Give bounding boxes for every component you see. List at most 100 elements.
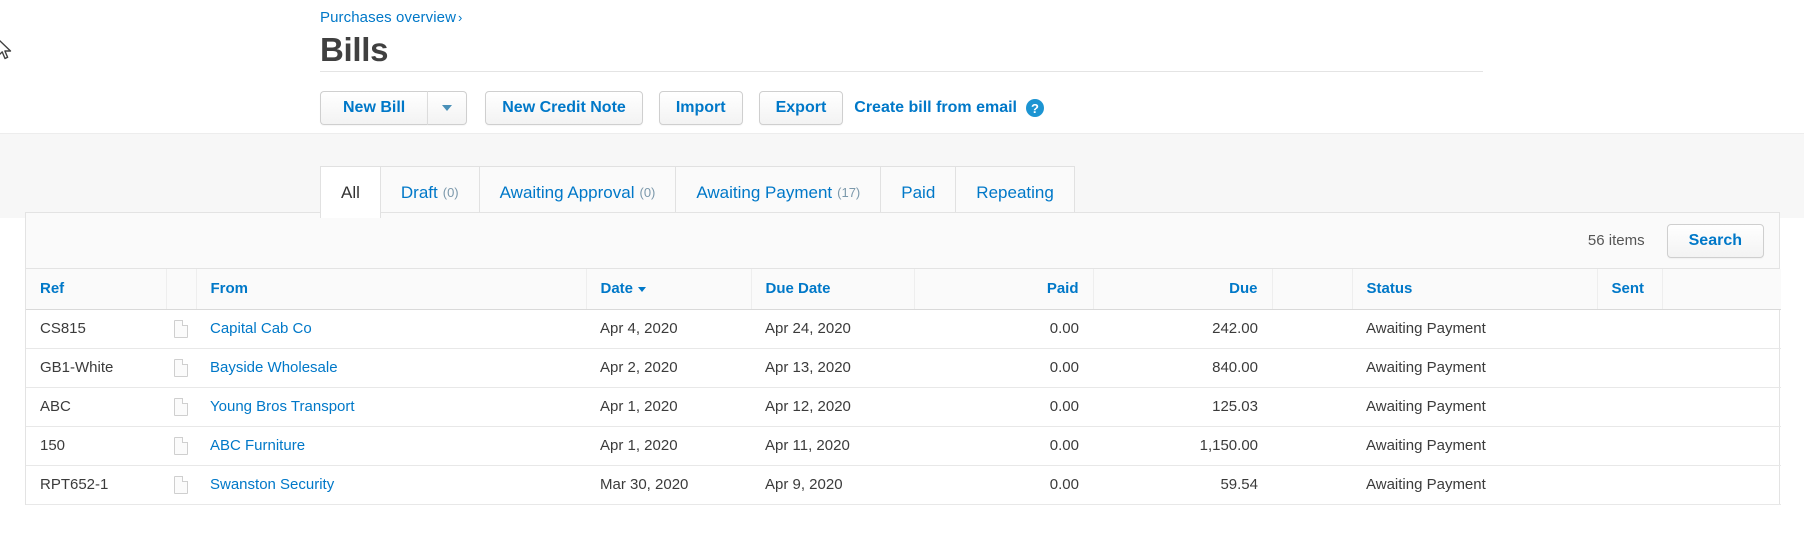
cell-from[interactable]: ABC Furniture bbox=[196, 426, 586, 466]
column-header-paid[interactable]: Paid bbox=[914, 269, 1094, 310]
column-header-date[interactable]: Date bbox=[586, 269, 752, 310]
cell-status: Awaiting Payment bbox=[1352, 426, 1597, 466]
tab-paid[interactable]: Paid bbox=[881, 166, 957, 218]
supplier-link[interactable]: Swanston Security bbox=[210, 476, 334, 493]
document-icon[interactable] bbox=[174, 397, 188, 416]
bills-page: Purchases overview › Bills New Bill New C… bbox=[0, 0, 1804, 551]
column-header-due[interactable]: Due bbox=[1093, 269, 1273, 310]
new-bill-button[interactable]: New Bill bbox=[320, 91, 428, 125]
supplier-link[interactable]: Bayside Wholesale bbox=[210, 359, 338, 376]
cell-sent bbox=[1597, 426, 1662, 466]
tab-draft-label: Draft bbox=[400, 182, 438, 202]
cell-spacer bbox=[1272, 426, 1352, 466]
table-row[interactable]: GB1-White Bayside Wholesale Apr 2, 2020 … bbox=[26, 348, 1781, 388]
tabs-strip: All Draft (0) Awaiting Approval (0) Awai… bbox=[0, 133, 1804, 218]
cell-due-date: Apr 12, 2020 bbox=[751, 387, 914, 427]
document-icon[interactable] bbox=[174, 436, 188, 455]
action-toolbar: New Bill New Credit Note Import Export C… bbox=[320, 91, 1044, 125]
bills-table: Ref From Date Due Date Paid Due Status S… bbox=[26, 269, 1781, 505]
column-header-icon bbox=[166, 269, 197, 310]
tab-awaiting-payment[interactable]: Awaiting Payment (17) bbox=[676, 166, 882, 218]
supplier-link[interactable]: Young Bros Transport bbox=[210, 398, 355, 415]
cell-spacer bbox=[1272, 387, 1352, 427]
cell-from[interactable]: Bayside Wholesale bbox=[196, 348, 586, 388]
cell-from[interactable]: Capital Cab Co bbox=[196, 309, 586, 349]
create-bill-from-email-label: Create bill from email bbox=[854, 99, 1017, 116]
supplier-link[interactable]: ABC Furniture bbox=[210, 437, 305, 454]
page-header-inner: Purchases overview › Bills bbox=[320, 0, 1480, 70]
cell-sent bbox=[1597, 465, 1662, 505]
column-header-spacer bbox=[1272, 269, 1353, 310]
new-credit-note-button[interactable]: New Credit Note bbox=[485, 91, 643, 125]
cell-icon[interactable] bbox=[166, 426, 196, 466]
cell-icon[interactable] bbox=[166, 309, 196, 349]
items-count: 56 items bbox=[1587, 232, 1645, 249]
document-icon[interactable] bbox=[174, 319, 188, 338]
table-row[interactable]: CS815 Capital Cab Co Apr 4, 2020 Apr 24,… bbox=[26, 309, 1781, 349]
cell-from[interactable]: Young Bros Transport bbox=[196, 387, 586, 427]
cell-icon[interactable] bbox=[166, 348, 196, 388]
breadcrumb-separator-icon: › bbox=[458, 10, 463, 25]
cell-due: 125.03 bbox=[1093, 387, 1272, 427]
search-button[interactable]: Search bbox=[1666, 223, 1764, 258]
cell-ref: 150 bbox=[26, 426, 166, 466]
cell-icon[interactable] bbox=[166, 387, 196, 427]
help-icon[interactable]: ? bbox=[1025, 99, 1044, 117]
cell-due: 840.00 bbox=[1093, 348, 1272, 388]
cell-ref: RPT652-1 bbox=[26, 465, 166, 505]
cell-paid: 0.00 bbox=[914, 309, 1093, 349]
breadcrumb[interactable]: Purchases overview › bbox=[320, 0, 1480, 27]
cell-paid: 0.00 bbox=[914, 348, 1093, 388]
column-header-end bbox=[1662, 269, 1781, 310]
cell-due: 242.00 bbox=[1093, 309, 1272, 349]
cell-end bbox=[1662, 426, 1781, 466]
create-bill-from-email-link[interactable]: Create bill from email ? bbox=[854, 99, 1044, 117]
cell-ref: ABC bbox=[26, 387, 166, 427]
export-button[interactable]: Export bbox=[758, 91, 844, 125]
cell-end bbox=[1662, 309, 1781, 349]
tab-repeating[interactable]: Repeating bbox=[956, 166, 1075, 218]
cell-due: 1,150.00 bbox=[1093, 426, 1272, 466]
cell-date: Apr 1, 2020 bbox=[586, 387, 751, 427]
tab-awaiting-payment-count: (17) bbox=[837, 185, 861, 200]
import-button[interactable]: Import bbox=[658, 91, 743, 125]
tab-awaiting-approval[interactable]: Awaiting Approval (0) bbox=[479, 166, 677, 218]
cell-due-date: Apr 24, 2020 bbox=[751, 309, 914, 349]
table-row[interactable]: RPT652-1 Swanston Security Mar 30, 2020 … bbox=[26, 465, 1781, 505]
supplier-link[interactable]: Capital Cab Co bbox=[210, 320, 312, 337]
tab-all[interactable]: All bbox=[320, 166, 381, 218]
cell-icon[interactable] bbox=[166, 465, 196, 505]
cell-spacer bbox=[1272, 309, 1352, 349]
cell-spacer bbox=[1272, 348, 1352, 388]
table-row[interactable]: ABC Young Bros Transport Apr 1, 2020 Apr… bbox=[26, 387, 1781, 427]
cell-date: Apr 4, 2020 bbox=[586, 309, 751, 349]
document-icon[interactable] bbox=[174, 358, 188, 377]
sort-descending-icon bbox=[638, 286, 647, 292]
tab-draft[interactable]: Draft (0) bbox=[380, 166, 480, 218]
cell-ref: GB1-White bbox=[26, 348, 166, 388]
column-header-due-date[interactable]: Due Date bbox=[751, 269, 915, 310]
tab-awaiting-payment-label: Awaiting Payment bbox=[696, 182, 833, 202]
column-header-status[interactable]: Status bbox=[1352, 269, 1598, 310]
column-header-sent[interactable]: Sent bbox=[1597, 269, 1663, 310]
cell-due: 59.54 bbox=[1093, 465, 1272, 505]
cell-due-date: Apr 9, 2020 bbox=[751, 465, 914, 505]
bills-table-card: 56 items Search Ref From Date Due Date P… bbox=[25, 212, 1781, 505]
document-icon[interactable] bbox=[174, 475, 188, 494]
new-bill-dropdown-button[interactable] bbox=[427, 91, 468, 125]
column-header-from[interactable]: From bbox=[196, 269, 587, 310]
cell-end bbox=[1662, 465, 1781, 505]
cell-paid: 0.00 bbox=[914, 426, 1093, 466]
table-head: Ref From Date Due Date Paid Due Status S… bbox=[26, 269, 1781, 310]
cell-from[interactable]: Swanston Security bbox=[196, 465, 586, 505]
column-header-ref[interactable]: Ref bbox=[26, 269, 167, 310]
cell-due-date: Apr 13, 2020 bbox=[751, 348, 914, 388]
breadcrumb-link[interactable]: Purchases overview bbox=[320, 9, 456, 26]
table-row[interactable]: 150 ABC Furniture Apr 1, 2020 Apr 11, 20… bbox=[26, 426, 1781, 466]
tab-repeating-label: Repeating bbox=[976, 182, 1054, 202]
tab-awaiting-approval-count: (0) bbox=[639, 185, 656, 200]
cell-due-date: Apr 11, 2020 bbox=[751, 426, 914, 466]
cell-status: Awaiting Payment bbox=[1352, 348, 1597, 388]
tab-draft-count: (0) bbox=[442, 185, 459, 200]
status-tabs: All Draft (0) Awaiting Approval (0) Awai… bbox=[320, 166, 1075, 218]
